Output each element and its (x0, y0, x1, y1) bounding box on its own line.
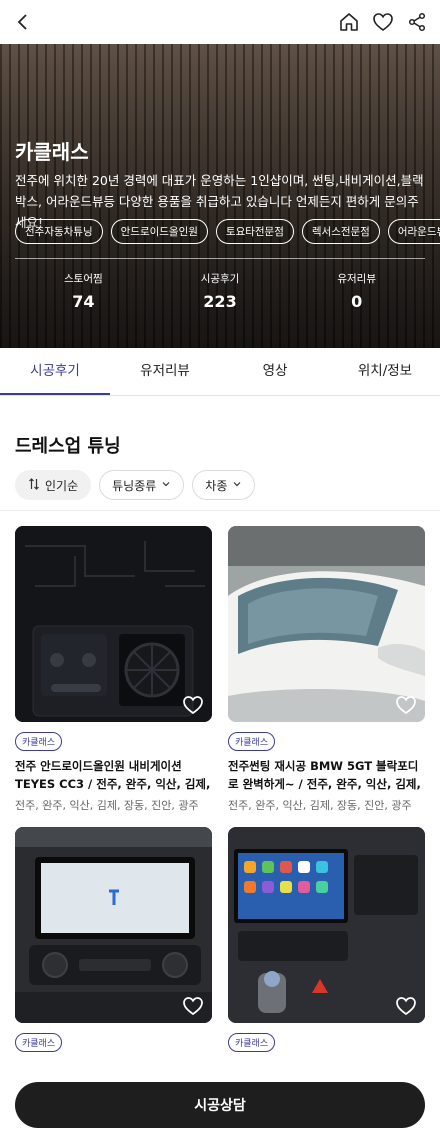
stat-install-reviews: 시공후기 223 (152, 259, 289, 328)
stat-value: 0 (351, 292, 363, 311)
stat-label: 스토어찜 (64, 273, 103, 285)
stat-store-likes: 스토어찜 74 (15, 259, 152, 328)
tab-user-reviews[interactable]: 유저리뷰 (110, 348, 220, 395)
shop-tag[interactable]: 전주자동차튜닝 (15, 219, 103, 244)
review-card[interactable]: 카클래스 전주 안드로이드올인원 내비게이션 TEYES CC3 / 전주, 완… (15, 526, 212, 813)
stat-value: 74 (72, 292, 95, 311)
consultation-button[interactable]: 시공상담 (15, 1082, 425, 1128)
topbar-actions (336, 9, 430, 35)
sort-button[interactable]: 인기순 (15, 470, 92, 500)
stat-label: 시공후기 (200, 273, 240, 285)
review-card[interactable]: 카클래스 (15, 827, 212, 1098)
stat-user-reviews: 유저리뷰 0 (288, 259, 425, 328)
share-icon[interactable] (404, 9, 430, 35)
shop-tag-list: 전주자동차튜닝 안드로이드올인원 토요타전문점 렉서스전문점 어라운드뷰 (15, 219, 440, 244)
favorite-icon[interactable] (182, 995, 204, 1017)
favorite-icon[interactable] (395, 694, 417, 716)
heart-icon[interactable] (370, 9, 396, 35)
tuning-type-filter[interactable]: 튜닝종류 (99, 470, 185, 500)
content-tabs: 시공후기 유저리뷰 영상 위치/정보 (0, 348, 440, 396)
section-title: 드레스업 튜닝 (15, 436, 121, 457)
shop-badge: 카클래스 (15, 732, 63, 751)
favorite-icon[interactable] (395, 995, 417, 1017)
shop-badge: 카클래스 (228, 1033, 276, 1052)
bottom-cta-bar: 시공상담 (0, 1060, 440, 1141)
sort-icon (28, 477, 40, 493)
shop-tag[interactable]: 어라운드뷰 (387, 219, 440, 244)
chevron-down-icon (232, 478, 242, 492)
stat-label: 유저리뷰 (337, 273, 376, 285)
home-icon[interactable] (336, 9, 362, 35)
review-thumbnail[interactable] (228, 526, 425, 722)
shop-name: 카클래스 (15, 140, 89, 164)
tab-video[interactable]: 영상 (220, 348, 330, 395)
review-thumbnail[interactable] (228, 827, 425, 1023)
review-region: 전주, 완주, 익산, 김제, 장동, 진안, 광주 (15, 799, 199, 812)
shop-tag[interactable]: 렉서스전문점 (301, 219, 380, 244)
filter-divider (0, 510, 440, 511)
shop-stats: 스토어찜 74 시공후기 223 유저리뷰 0 (15, 258, 425, 328)
filter-label: 차종 (205, 478, 228, 493)
review-region: 전주, 완주, 익산, 김제, 장동, 진안, 광주 (228, 799, 412, 812)
top-navigation-bar (0, 0, 440, 44)
review-thumbnail[interactable] (15, 526, 212, 722)
android-head-unit-photo (228, 827, 425, 1023)
shop-badge: 카클래스 (15, 1033, 63, 1052)
chevron-down-icon (161, 478, 171, 492)
review-card[interactable]: 카클래스 전주썬팅 재시공 BMW 5GT 블락포디로 완벽하게~ / 전주, … (228, 526, 425, 813)
car-photo (228, 526, 425, 722)
tab-install-reviews[interactable]: 시공후기 (0, 348, 110, 395)
review-thumbnail[interactable] (15, 827, 212, 1023)
device-photo (15, 526, 212, 722)
review-title[interactable]: 전주 안드로이드올인원 내비게이션 TEYES CC3 / 전주, 완주, 익산… (15, 757, 212, 793)
stat-value: 223 (203, 292, 237, 311)
shop-badge: 카클래스 (228, 732, 276, 751)
back-icon[interactable] (10, 9, 36, 35)
review-title[interactable]: 전주썬팅 재시공 BMW 5GT 블락포디로 완벽하게~ / 전주, 완주, 익… (228, 757, 425, 793)
navigation-screen-photo (15, 827, 212, 1023)
review-card[interactable]: 카클래스 (228, 827, 425, 1098)
tab-location-info[interactable]: 위치/정보 (330, 348, 440, 395)
favorite-icon[interactable] (182, 694, 204, 716)
car-type-filter[interactable]: 차종 (192, 470, 256, 500)
hero-content: 카클래스 전주에 위치한 20년 경력에 대표가 운영하는 1인샵이며, 썬팅,… (0, 44, 440, 348)
sort-label: 인기순 (45, 478, 79, 493)
shop-tag[interactable]: 토요타전문점 (215, 219, 294, 244)
filter-label: 튜닝종류 (112, 478, 157, 493)
shop-tag[interactable]: 안드로이드올인원 (110, 219, 208, 244)
shop-hero-banner: 카클래스 전주에 위치한 20년 경력에 대표가 운영하는 1인샵이며, 썬팅,… (0, 44, 440, 348)
filter-bar: 인기순 튜닝종류 차종 (15, 470, 256, 500)
